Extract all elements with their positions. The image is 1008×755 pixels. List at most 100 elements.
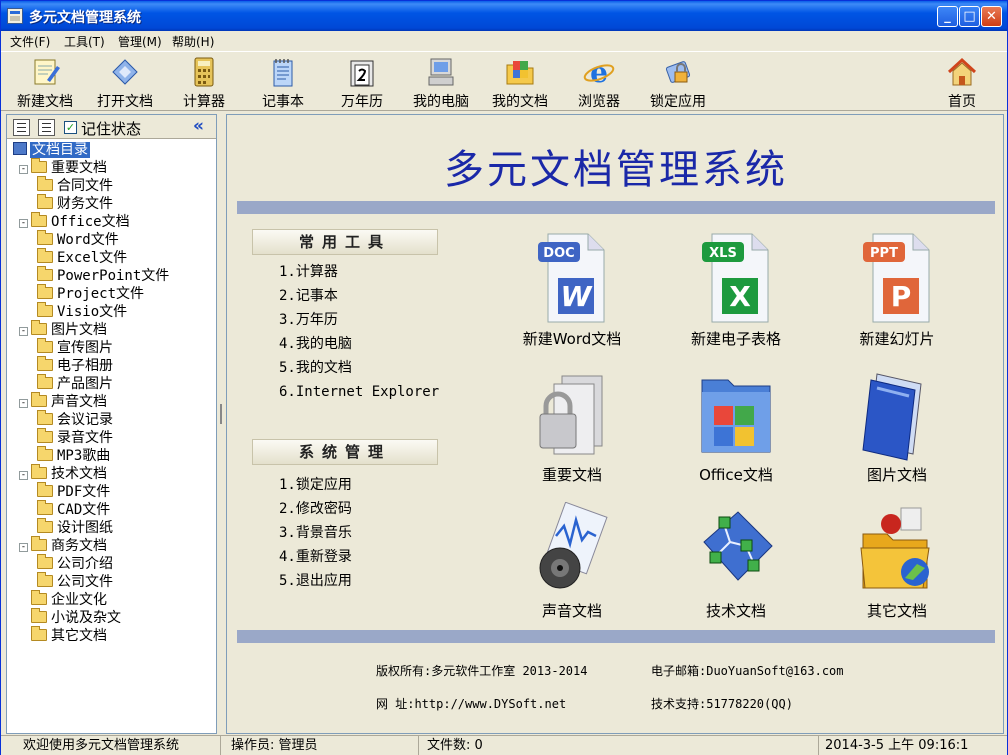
tile-new-ppt[interactable]: PPT P 新建幻灯片 [822,230,972,360]
tool-link-calculator[interactable]: 1.计算器 [279,260,439,284]
document-tree: 文档目录 - 重要文档 合同文件 财务文件 - Office文档 Word文件 Excel文件 P… [7,141,216,733]
tree-subfolder[interactable]: Excel文件 [37,248,127,267]
powerpoint-icon: PPT P [863,233,930,323]
expand-toggle[interactable]: - [19,471,28,480]
toolbar-new-doc-button[interactable]: 新建文档 [7,54,83,110]
tile-tech-docs[interactable]: 技术文档 [661,502,811,632]
toolbar-calendar-button[interactable]: 万年历 [324,54,400,110]
tree-label: 文档目录 [30,142,90,158]
sys-link-exit[interactable]: 5.退出应用 [279,569,352,593]
tile-other-docs[interactable]: 其它文档 [822,502,972,632]
toolbar-notepad-button[interactable]: 记事本 [245,54,321,110]
expand-toggle[interactable]: - [19,399,28,408]
expand-toggle[interactable]: - [19,219,28,228]
tree-subfolder[interactable]: 设计图纸 [37,518,113,537]
tile-office-docs[interactable]: Office文档 [661,366,811,496]
tool-link-notepad[interactable]: 2.记事本 [279,284,439,308]
tree-subfolder[interactable]: 会议记录 [37,410,113,429]
folder-icon [31,320,47,335]
sys-link-background-music[interactable]: 3.背景音乐 [279,521,352,545]
folder-icon [37,428,53,443]
folder-icon [37,518,53,533]
detail-view-icon[interactable] [38,119,55,136]
divider-bar [237,201,995,214]
tree-folder[interactable]: 小说及杂文 [19,608,121,627]
tree-subfolder[interactable]: MP3歌曲 [37,446,110,465]
tile-new-excel[interactable]: XLS X 新建电子表格 [661,230,811,360]
toolbar-open-doc-button[interactable]: 打开文档 [87,54,163,110]
sys-link-change-password[interactable]: 2.修改密码 [279,497,352,521]
tile-label: 其它文档 [866,602,927,620]
maximize-button[interactable]: □ [959,6,980,27]
tree-subfolder[interactable]: 宣传图片 [37,338,113,357]
tree-folder[interactable]: - 声音文档 [19,392,107,411]
toolbar-computer-button[interactable]: 我的电脑 [403,54,479,110]
tree-folder[interactable]: - 图片文档 [19,320,107,339]
toolbar-my-documents-button[interactable]: 我的文档 [482,54,558,110]
folder-icon [37,284,53,299]
tile-new-word[interactable]: DOC W 新建Word文档 [497,230,647,360]
toolbar-calculator-button[interactable]: 计算器 [166,54,242,110]
tool-link-computer[interactable]: 4.我的电脑 [279,332,439,356]
tree-subfolder[interactable]: CAD文件 [37,500,110,519]
picture-folder-icon [862,373,922,461]
tree-subfolder[interactable]: 电子相册 [37,356,113,375]
tools-section-heading: 常用工具 [252,229,438,255]
system-section-heading: 系统管理 [252,439,438,465]
tool-link-my-documents[interactable]: 5.我的文档 [279,356,439,380]
tool-link-calendar[interactable]: 3.万年历 [279,308,439,332]
tree-subfolder[interactable]: 公司文件 [37,572,113,591]
tile-important-docs[interactable]: 重要文档 [497,366,647,496]
tree-folder[interactable]: - 技术文档 [19,464,107,483]
tile-sound-docs[interactable]: 声音文档 [497,502,647,632]
tree-folder[interactable]: - Office文档 [19,212,130,231]
locked-folder-icon [539,375,603,455]
tree-subfolder[interactable]: 公司介绍 [37,554,113,573]
tree-subfolder[interactable]: 产品图片 [37,374,113,393]
tree-subfolder[interactable]: Word文件 [37,230,119,249]
panel-splitter[interactable] [218,114,224,734]
folder-icon [31,392,47,407]
expand-toggle[interactable]: - [19,543,28,552]
list-view-icon[interactable] [13,119,30,136]
toolbar: 新建文档 打开文档 计算器 记事本 万年历 我的电脑 我的文档 e 浏览器 锁定… [1,51,1007,111]
toolbar-browser-button[interactable]: e 浏览器 [561,54,637,110]
tree-folder[interactable]: 其它文档 [19,626,107,645]
title-bar[interactable]: 多元文档管理系统 _ □ ✕ [1,1,1007,31]
minimize-button[interactable]: _ [937,6,958,27]
close-button[interactable]: ✕ [981,6,1002,27]
sys-link-lock-app[interactable]: 1.锁定应用 [279,473,352,497]
toolbar-label: 浏览器 [578,94,620,110]
menu-file[interactable]: 文件(F) [10,33,50,50]
toolbar-home-button[interactable]: 首页 [924,54,1000,110]
svg-text:DOC: DOC [543,246,574,261]
tree-subfolder[interactable]: Visio文件 [37,302,127,321]
menu-manage[interactable]: 管理(M) [118,33,162,50]
menu-help[interactable]: 帮助(H) [172,33,214,50]
toolbar-label: 万年历 [341,94,383,110]
new-doc-icon [34,59,60,85]
tool-link-internet-explorer[interactable]: 6.Internet Explorer [279,380,439,404]
tree-subfolder[interactable]: PowerPoint文件 [37,266,169,285]
toolbar-label: 新建文档 [17,94,73,110]
expand-toggle[interactable]: - [19,327,28,336]
tile-picture-docs[interactable]: 图片文档 [822,366,972,496]
tree-folder[interactable]: - 商务文档 [19,536,107,555]
status-welcome: 欢迎使用多元文档管理系统 [1,736,221,755]
tree-folder[interactable]: 企业文化 [19,590,107,609]
menu-tools[interactable]: 工具(T) [64,33,105,50]
sys-link-relogin[interactable]: 4.重新登录 [279,545,352,569]
toolbar-label: 记事本 [262,94,304,110]
collapse-panel-icon[interactable]: « [193,116,204,136]
tree-root[interactable]: 文档目录 [13,141,90,159]
expand-toggle[interactable]: - [19,165,28,174]
folder-icon [37,446,53,461]
toolbar-lock-app-button[interactable]: 锁定应用 [640,54,716,110]
tree-subfolder[interactable]: PDF文件 [37,482,110,501]
tree-subfolder[interactable]: 财务文件 [37,194,113,213]
tree-subfolder[interactable]: Project文件 [37,284,144,303]
tree-folder[interactable]: - 重要文档 [19,158,107,177]
tree-subfolder[interactable]: 录音文件 [37,428,113,447]
tree-subfolder[interactable]: 合同文件 [37,176,113,195]
remember-state-checkbox[interactable]: ✓ [64,121,77,134]
